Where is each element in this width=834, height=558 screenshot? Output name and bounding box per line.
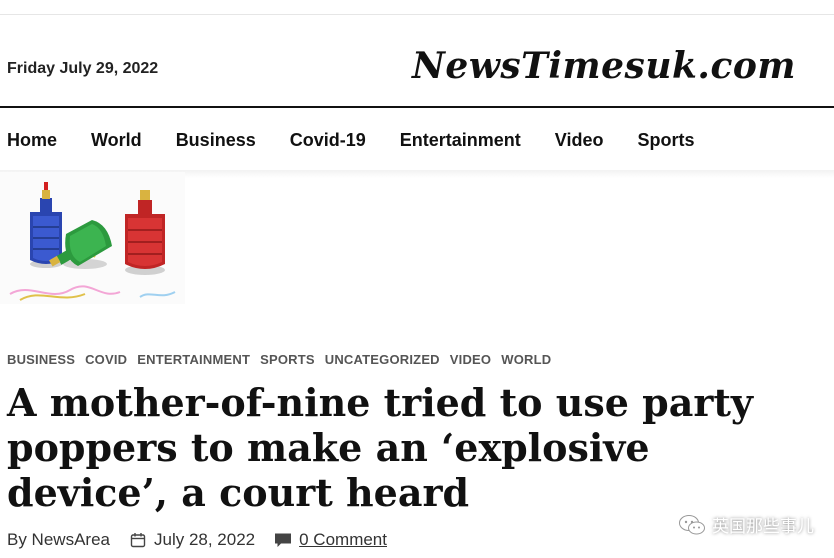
nav-item-home[interactable]: Home bbox=[7, 130, 57, 151]
article-date: July 28, 2022 bbox=[153, 530, 256, 549]
watermark-text: 英国那些事儿 bbox=[712, 517, 814, 536]
article-headline[interactable]: A mother-of-nine tried to use party popp… bbox=[7, 380, 807, 515]
watermark: 英国那些事儿 bbox=[678, 512, 814, 537]
category-uncategorized[interactable]: UNCATEGORIZED bbox=[325, 352, 440, 367]
current-date: Friday July 29, 2022 bbox=[7, 60, 159, 77]
comment-count-link[interactable]: 0 Comment bbox=[299, 530, 387, 550]
article-thumbnail[interactable] bbox=[0, 172, 185, 304]
category-business[interactable]: BUSINESS bbox=[7, 352, 75, 367]
party-poppers-image bbox=[9, 182, 176, 301]
category-sports[interactable]: SPORTS bbox=[260, 352, 315, 367]
site-header: Friday July 29, 2022 NewsTimesuk.com bbox=[0, 15, 834, 107]
article-meta: By NewsArea July 28, 2022 0 Comment bbox=[7, 530, 387, 550]
main-nav: Home World Business Covid-19 Entertainme… bbox=[0, 108, 834, 172]
wechat-icon bbox=[679, 514, 705, 534]
nav-item-video[interactable]: Video bbox=[555, 130, 604, 151]
category-list: BUSINESS COVID ENTERTAINMENT SPORTS UNCA… bbox=[7, 352, 561, 367]
site-logo[interactable]: NewsTimesuk.com bbox=[412, 45, 796, 87]
nav-item-sports[interactable]: Sports bbox=[637, 130, 694, 151]
nav-item-covid-19[interactable]: Covid-19 bbox=[290, 130, 366, 151]
comment-icon bbox=[273, 530, 293, 550]
nav-item-entertainment[interactable]: Entertainment bbox=[400, 130, 521, 151]
category-covid[interactable]: COVID bbox=[85, 352, 127, 367]
nav-item-world[interactable]: World bbox=[91, 130, 142, 151]
nav-item-business[interactable]: Business bbox=[176, 130, 256, 151]
calendar-icon bbox=[128, 530, 148, 550]
category-entertainment[interactable]: ENTERTAINMENT bbox=[137, 352, 250, 367]
article-author[interactable]: By NewsArea bbox=[7, 530, 110, 550]
category-world[interactable]: WORLD bbox=[501, 352, 551, 367]
category-video[interactable]: VIDEO bbox=[450, 352, 491, 367]
